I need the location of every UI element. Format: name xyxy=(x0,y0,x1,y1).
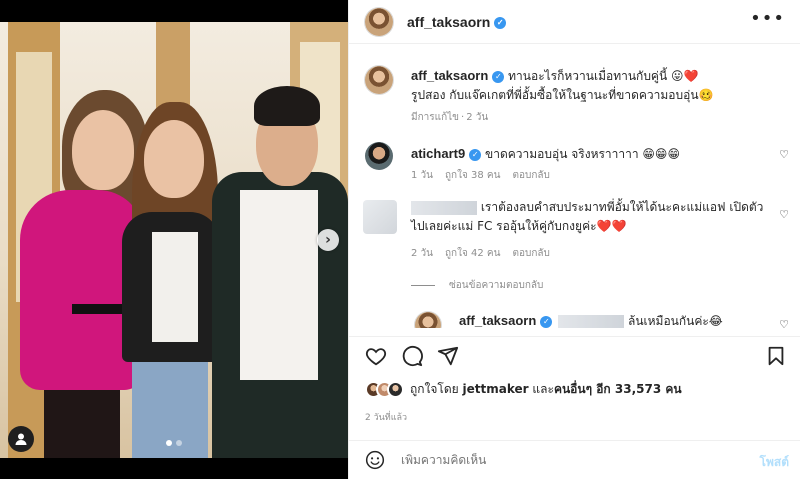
like-comment-heart-icon[interactable]: ♡ xyxy=(779,148,789,161)
photo-scene xyxy=(0,22,348,458)
emoji-icon[interactable] xyxy=(365,450,385,470)
caption-meta: มีการแก้ไข · 2 วัน xyxy=(411,112,489,123)
post-photo[interactable]: › xyxy=(0,0,348,479)
comment-likes[interactable]: ถูกใจ 42 คน xyxy=(445,248,500,259)
caption-text: aff_taksaorn ✓ ทานอะไรก็หวานเมื่อทานกับคู… xyxy=(411,66,713,105)
comment-body-line-2: ไปเลยค่ะแม่ FC รออุ้นให้คู่กับกงยูค่ะ❤️❤… xyxy=(411,219,627,233)
blurred-avatar[interactable] xyxy=(363,200,397,234)
reply-text: aff_taksaorn ✓ ล้นเหมือนกันค่ะ😂 xyxy=(459,311,723,328)
comment-composer: โพสต์ xyxy=(349,440,800,479)
verified-badge-icon: ✓ xyxy=(492,70,505,83)
edited-label: มีการแก้ไข xyxy=(411,112,459,123)
post-comment-button[interactable]: โพสต์ xyxy=(760,453,789,472)
verified-badge-icon: ✓ xyxy=(540,315,553,328)
comment-body: ขาดความอบอุ่น จริงหราาาาา 😁😁😁 xyxy=(485,147,680,161)
avatar[interactable] xyxy=(365,8,393,36)
more-options-icon[interactable]: ••• xyxy=(750,10,785,28)
replies-divider xyxy=(411,285,435,286)
likes-others-count[interactable]: คนอื่นๆ อีก 33,573 คน xyxy=(554,382,682,396)
action-bar xyxy=(349,336,800,376)
comment-meta: 2 วัน ถูกใจ 42 คน ตอบกลับ xyxy=(411,246,562,261)
comment-icon[interactable] xyxy=(401,345,423,367)
avatar[interactable] xyxy=(415,312,441,328)
liker-avatar xyxy=(387,381,404,398)
verified-badge-icon: ✓ xyxy=(494,17,507,30)
tagged-users-button[interactable] xyxy=(8,426,34,452)
comment-time[interactable]: 1 วัน xyxy=(411,170,433,181)
hide-replies-label[interactable]: ซ่อนข้อความตอบกลับ xyxy=(449,278,543,293)
avatar[interactable] xyxy=(365,142,393,170)
post-header: aff_taksaorn ✓ ••• xyxy=(349,0,800,44)
likes-prefix: ถูกใจโดย xyxy=(410,382,459,396)
next-photo-button[interactable]: › xyxy=(317,229,339,251)
comment-body-line-1: เราต้องลบคำสบประมาทพี่อั้มให้ได้นะคะแม่แ… xyxy=(480,200,764,214)
hide-replies-button[interactable]: ซ่อนข้อความตอบกลับ xyxy=(411,278,555,293)
comment-username[interactable]: atichart9 xyxy=(411,146,465,161)
comment-text: เราต้องลบคำสบประมาทพี่อั้มให้ได้นะคะแม่แ… xyxy=(411,198,763,236)
avatar[interactable] xyxy=(365,66,393,94)
comment-time[interactable]: 2 วัน xyxy=(411,248,433,259)
comment-likes[interactable]: ถูกใจ 38 คน xyxy=(445,170,500,181)
caption-time[interactable]: 2 วัน xyxy=(466,112,488,123)
heart-icon[interactable] xyxy=(365,345,387,367)
post-username[interactable]: aff_taksaorn ✓ xyxy=(407,14,507,30)
carousel-dot-active xyxy=(166,440,172,446)
like-comment-heart-icon[interactable]: ♡ xyxy=(779,318,789,328)
user-icon xyxy=(15,433,27,445)
blurred-username xyxy=(411,200,477,215)
reply-body: ล้นเหมือนกันค่ะ😂 xyxy=(627,314,723,328)
likes-text: ถูกใจโดย jettmaker และคนอื่นๆ อีก 33,573… xyxy=(410,380,682,399)
reply-button[interactable]: ตอบกลับ xyxy=(512,248,549,259)
comment-input[interactable] xyxy=(401,453,721,467)
bookmark-icon[interactable] xyxy=(765,345,787,367)
caption-line-2: รูปสอง กับแจ๊คเกตที่พี่อั้มซื้อให้ในฐานะ… xyxy=(411,88,714,102)
reply-username[interactable]: aff_taksaorn xyxy=(459,313,536,328)
username-text[interactable]: aff_taksaorn xyxy=(407,14,490,30)
likes-summary: ถูกใจโดย jettmaker และคนอื่นๆ อีก 33,573… xyxy=(365,380,682,399)
caption-username[interactable]: aff_taksaorn xyxy=(411,68,488,83)
like-comment-heart-icon[interactable]: ♡ xyxy=(779,208,789,221)
post-timestamp[interactable]: 2 วันที่แล้ว xyxy=(365,410,407,424)
caption-line-1: ทานอะไรก็หวานเมื่อทานกับคู่นี้ 😛❤️ xyxy=(508,69,699,83)
comment-text: atichart9 ✓ ขาดความอบอุ่น จริงหราาาาา 😁😁😁 xyxy=(411,144,680,164)
post-sidebar: aff_taksaorn ✓ ••• aff_taksaorn ✓ ทานอะไรก… xyxy=(348,0,800,479)
likes-middle: และ xyxy=(532,382,554,396)
carousel-indicator xyxy=(166,440,182,446)
reply-comment: aff_taksaorn ✓ ล้นเหมือนกันค่ะ😂 ♡ xyxy=(349,308,800,328)
carousel-dot xyxy=(176,440,182,446)
liker-username[interactable]: jettmaker xyxy=(463,382,529,396)
comment-meta: 1 วัน ถูกใจ 38 คน ตอบกลับ xyxy=(411,168,562,183)
share-icon[interactable] xyxy=(437,345,459,367)
verified-badge-icon: ✓ xyxy=(469,148,482,161)
blurred-mention xyxy=(558,314,625,328)
chevron-right-icon: › xyxy=(325,232,331,248)
reply-button[interactable]: ตอบกลับ xyxy=(512,170,549,181)
